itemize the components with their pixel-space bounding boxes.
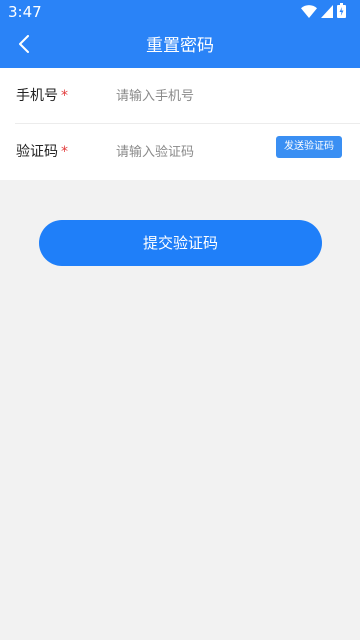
phone-label-text: 手机号 [16, 88, 58, 104]
app-bar: 重置密码 [0, 24, 360, 68]
status-time: 3:47 [8, 3, 42, 21]
battery-icon [337, 2, 346, 22]
submit-code-button[interactable]: 提交验证码 [39, 220, 322, 266]
reset-form: 手机号* 验证码* 发送验证码 [0, 68, 360, 180]
code-label-text: 验证码 [16, 144, 58, 160]
signal-icon [321, 3, 333, 22]
code-row: 验证码* 发送验证码 [0, 124, 360, 180]
page-title: 重置密码 [146, 36, 214, 56]
required-mark: * [61, 88, 68, 104]
back-button[interactable] [8, 30, 40, 62]
wifi-icon [301, 3, 317, 22]
status-icons [301, 2, 346, 22]
code-label: 验证码 * [16, 124, 68, 180]
code-input[interactable] [116, 138, 266, 166]
phone-input[interactable] [116, 82, 266, 110]
required-mark: * [61, 144, 68, 160]
phone-label: 手机号 * [16, 68, 68, 124]
send-code-button[interactable]: 发送验证码 [276, 136, 342, 158]
chevron-left-icon [18, 35, 30, 57]
phone-row: 手机号 * [0, 68, 360, 124]
status-bar: 3:47 [0, 0, 360, 24]
